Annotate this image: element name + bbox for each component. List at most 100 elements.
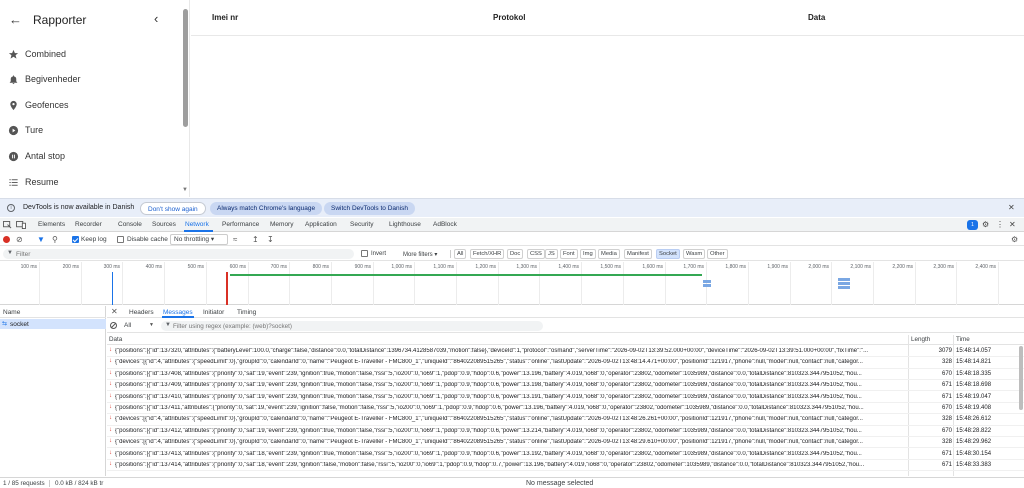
length-column-header[interactable]: Length: [911, 336, 930, 343]
message-row[interactable]: ↓ {"devices":[{"id":4,"attributes":{"spee…: [107, 437, 1024, 449]
tab-initiator[interactable]: Initiator: [203, 309, 224, 316]
invert-checkbox[interactable]: [361, 250, 368, 257]
tab-messages[interactable]: Messages: [163, 309, 193, 316]
sidebar-item-antal-stop[interactable]: Antal stop: [0, 147, 183, 167]
dont-show-again-button[interactable]: Don't show again: [140, 202, 206, 215]
tab-performance[interactable]: Performance: [222, 221, 259, 228]
upload-icon[interactable]: ↥: [252, 235, 259, 244]
filter-chip-img[interactable]: Img: [580, 249, 596, 259]
message-row[interactable]: ↓ {"positions":[{"id":137320,"attributes"…: [107, 346, 1024, 358]
sidebar-item-resume[interactable]: Resume: [0, 173, 183, 193]
gear-icon[interactable]: ⚙: [982, 220, 989, 229]
filter-funnel-icon: ▼: [165, 322, 171, 328]
issues-badge[interactable]: 1: [967, 220, 978, 230]
message-row[interactable]: ↓ {"positions":[{"id":137411,"attributes"…: [107, 403, 1024, 415]
filter-chip-css[interactable]: CSS: [527, 249, 545, 259]
column-header-protokol[interactable]: Protokol: [493, 13, 525, 22]
filter-chip-fetch-xhr[interactable]: Fetch/XHR: [470, 249, 505, 259]
network-status-bar: 1 / 85 requests 0.0 kB / 824 kB tr No me…: [0, 477, 1024, 488]
request-row-socket[interactable]: ⇆ socket: [0, 319, 106, 329]
message-time: 15:48:19.047: [956, 393, 992, 400]
keep-log-checkbox[interactable]: [72, 236, 79, 243]
message-type-select[interactable]: All: [124, 322, 131, 329]
close-devtools-icon[interactable]: ✕: [1009, 220, 1016, 229]
download-icon[interactable]: ↧: [267, 235, 274, 244]
message-row[interactable]: ↓ {"devices":[{"id":4,"attributes":{"spee…: [107, 414, 1024, 426]
time-column-header[interactable]: Time: [956, 336, 970, 343]
more-options-icon[interactable]: ⋮: [996, 220, 1004, 229]
filter-chip-js[interactable]: JS: [545, 249, 558, 259]
message-row[interactable]: ↓ {"positions":[{"id":137412,"attributes"…: [107, 426, 1024, 438]
message-row[interactable]: ↓ {"positions":[{"id":137409,"attributes"…: [107, 380, 1024, 392]
switch-to-danish-button[interactable]: Switch DevTools to Danish: [324, 202, 415, 215]
column-header-imei[interactable]: Imei nr: [212, 13, 238, 22]
network-settings-gear-icon[interactable]: ⚙: [1011, 235, 1018, 244]
tab-network[interactable]: Network: [185, 221, 209, 228]
tab-security[interactable]: Security: [350, 221, 373, 228]
tab-recorder[interactable]: Recorder: [75, 221, 102, 228]
inspect-element-icon[interactable]: [3, 221, 12, 229]
tab-adblock[interactable]: AdBlock: [433, 221, 457, 228]
filter-chip-wasm[interactable]: Wasm: [683, 249, 706, 259]
more-filters-dropdown[interactable]: More filters ▾: [403, 251, 437, 258]
device-toolbar-icon[interactable]: [16, 221, 26, 229]
name-column-header: Name: [3, 309, 21, 316]
regex-filter-input[interactable]: [173, 321, 533, 331]
record-icon[interactable]: [3, 236, 10, 243]
filter-chip-doc[interactable]: Doc: [507, 249, 524, 259]
clear-icon[interactable]: ⊘: [16, 235, 23, 244]
tab-application[interactable]: Application: [305, 221, 337, 228]
filter-chip-other[interactable]: Other: [707, 249, 728, 259]
sidebar-item-combined[interactable]: Combined: [0, 45, 183, 65]
request-count: 1 / 85 requests: [3, 480, 45, 487]
message-row[interactable]: ↓ {"positions":[{"id":137413,"attributes"…: [107, 449, 1024, 460]
timeline-gridline: [665, 262, 666, 305]
filter-chip-font[interactable]: Font: [560, 249, 578, 259]
throttling-select[interactable]: No throttling ▾: [170, 234, 228, 245]
search-icon[interactable]: ⚲: [52, 235, 58, 244]
filter-chip-socket[interactable]: Socket: [656, 249, 680, 259]
network-timeline[interactable]: 100 ms 200 ms 300 ms 400 ms 500 ms 600 ms 700 …: [0, 262, 1024, 305]
arrow-down-icon: ↓: [109, 415, 112, 422]
message-data: {"devices":[{"id":4,"attributes":{"speed…: [115, 439, 863, 446]
tab-lighthouse[interactable]: Lighthouse: [389, 221, 421, 228]
tab-elements[interactable]: Elements: [38, 221, 65, 228]
timeline-tick-label: 1,800 ms: [725, 264, 746, 270]
tab-sources[interactable]: Sources: [152, 221, 176, 228]
close-icon[interactable]: ✕: [1008, 203, 1015, 212]
message-row[interactable]: ↓ {"positions":[{"id":137414,"attributes"…: [107, 460, 1024, 472]
wifi-icon[interactable]: ≈: [233, 235, 237, 244]
timeline-gridline: [539, 262, 540, 305]
messages-scrollbar[interactable]: [1019, 346, 1023, 410]
filter-chip-manifest[interactable]: Manifest: [624, 249, 652, 259]
chevron-down-icon[interactable]: ▼: [149, 322, 154, 328]
devtools-tab-bar: Elements Recorder Console Sources Networ…: [0, 218, 1024, 232]
data-column-header[interactable]: Data: [109, 336, 122, 343]
message-row[interactable]: ↓ {"devices":[{"id":4,"attributes":{"spee…: [107, 357, 1024, 369]
tab-headers[interactable]: Headers: [129, 309, 154, 316]
sidebar-item-ture[interactable]: Ture: [0, 121, 183, 141]
column-header-data[interactable]: Data: [808, 13, 825, 22]
scroll-down-arrow-icon[interactable]: ▼: [182, 187, 188, 193]
tab-timing[interactable]: Timing: [237, 309, 256, 316]
filter-input[interactable]: [16, 249, 346, 259]
clear-messages-icon[interactable]: [110, 322, 117, 329]
chevron-left-icon[interactable]: ‹: [154, 11, 158, 26]
request-list-header[interactable]: Name: [0, 306, 106, 318]
tab-console[interactable]: Console: [118, 221, 142, 228]
filter-icon[interactable]: ▼: [37, 235, 45, 244]
tab-memory[interactable]: Memory: [270, 221, 293, 228]
sidebar-item-label: Combined: [25, 49, 67, 59]
sidebar-item-begivenheder[interactable]: Begivenheder: [0, 70, 183, 90]
filter-chip-all[interactable]: All: [454, 249, 467, 259]
disable-cache-checkbox[interactable]: [117, 236, 124, 243]
sidebar-scrollbar[interactable]: [183, 9, 188, 127]
match-chrome-language-button[interactable]: Always match Chrome's language: [210, 202, 323, 215]
sidebar-item-geofences[interactable]: Geofences: [0, 96, 183, 116]
filter-chip-media[interactable]: Media: [598, 249, 620, 259]
back-arrow-icon[interactable]: ←: [9, 12, 22, 27]
message-row[interactable]: ↓ {"positions":[{"id":137408,"attributes"…: [107, 369, 1024, 381]
message-row[interactable]: ↓ {"positions":[{"id":137410,"attributes"…: [107, 392, 1024, 403]
close-detail-icon[interactable]: ✕: [111, 307, 118, 316]
arrow-down-icon: ↓: [109, 369, 112, 376]
